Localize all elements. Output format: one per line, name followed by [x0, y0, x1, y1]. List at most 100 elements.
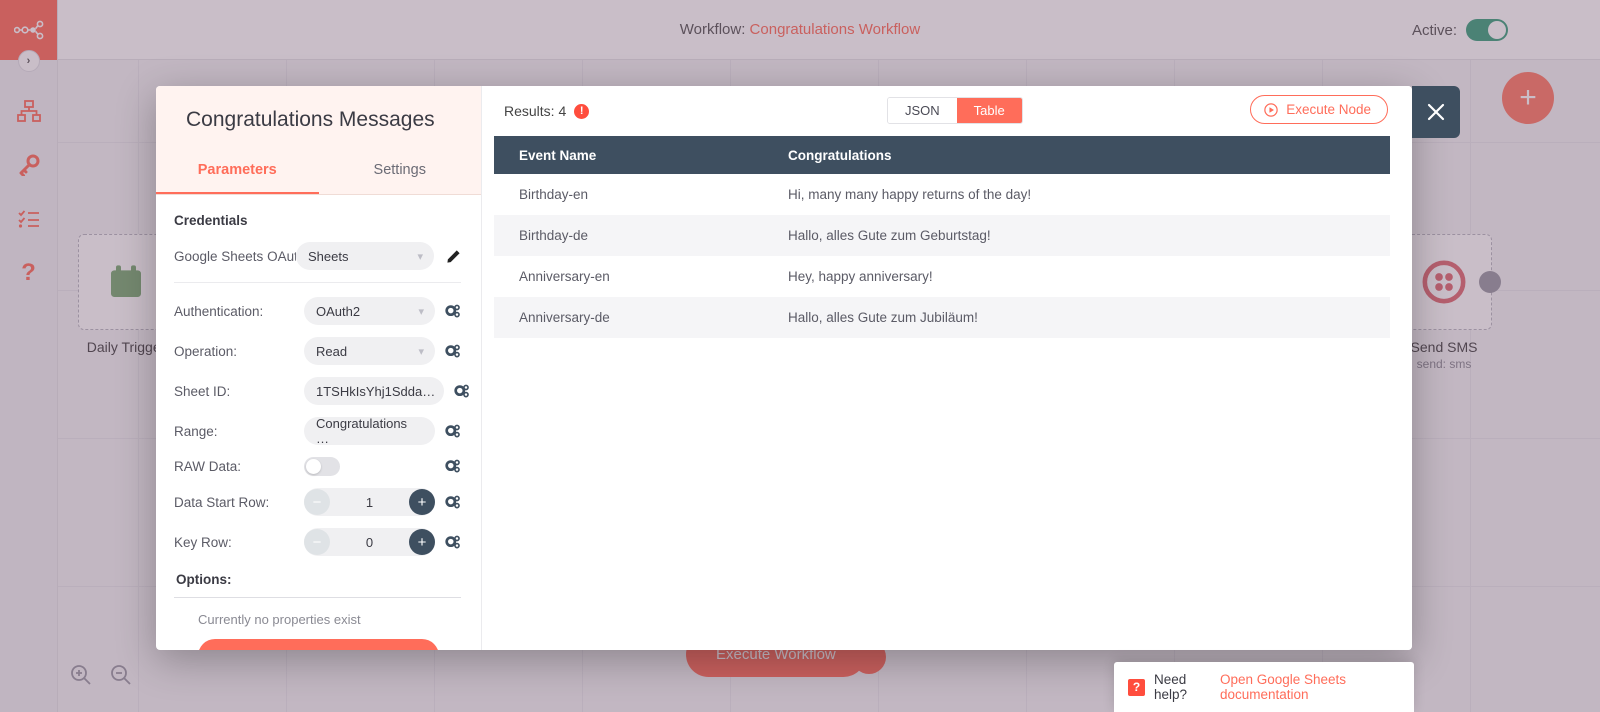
- edit-credentials-button[interactable]: [446, 249, 461, 264]
- chevron-down-icon: ▾: [418, 345, 424, 358]
- execute-node-button[interactable]: Execute Node: [1250, 95, 1388, 124]
- param-label: Key Row:: [174, 534, 232, 550]
- cell-event-name: Birthday-en: [519, 187, 589, 202]
- param-row-range: Range: Congratulations …: [174, 416, 461, 446]
- gears-icon: [445, 535, 460, 548]
- tab-bar: Parameters Settings: [156, 152, 481, 195]
- help-text: Need help?: [1154, 672, 1188, 702]
- chevron-down-icon: ▾: [418, 305, 424, 318]
- key-row-stepper[interactable]: − 0 +: [304, 528, 435, 556]
- param-label: Data Start Row:: [174, 494, 270, 510]
- credentials-select[interactable]: Sheets ▾: [296, 242, 434, 270]
- param-value: Read: [316, 343, 348, 359]
- credentials-label: Google Sheets OAut...: [174, 248, 296, 264]
- raw-data-toggle[interactable]: [304, 457, 340, 476]
- results-count-label: Results: 4: [504, 103, 567, 119]
- info-icon[interactable]: !: [574, 103, 590, 119]
- divider: [174, 282, 461, 283]
- table-row[interactable]: Anniversary-en Hey, happy anniversary!: [494, 256, 1390, 297]
- credentials-section-title: Credentials: [174, 213, 248, 228]
- add-option-button[interactable]: Add Option ▾: [198, 639, 439, 650]
- credentials-row: Google Sheets OAut... Sheets ▾: [174, 242, 461, 270]
- param-value: 1TSHkIsYhj1Sdda…: [316, 383, 436, 399]
- param-settings-button[interactable]: [445, 424, 461, 439]
- add-option-label: Add Option: [285, 649, 353, 651]
- cell-congratulations: Hallo, alles Gute zum Jubiläum!: [788, 310, 978, 325]
- toggle-knob: [306, 459, 321, 474]
- execute-node-label: Execute Node: [1286, 102, 1371, 117]
- authentication-select[interactable]: OAuth2 ▾: [304, 297, 435, 325]
- node-detail-modal: Congratulations Messages Parameters Sett…: [156, 86, 1412, 650]
- sheet-id-input[interactable]: 1TSHkIsYhj1Sdda…: [304, 377, 444, 405]
- table-row[interactable]: Birthday-en Hi, many many happy returns …: [494, 174, 1390, 215]
- view-mode-json[interactable]: JSON: [888, 98, 957, 123]
- cell-event-name: Birthday-de: [519, 228, 589, 243]
- param-settings-button[interactable]: [445, 495, 461, 510]
- param-row-authentication: Authentication: OAuth2 ▾: [174, 297, 461, 325]
- gears-icon: [445, 424, 460, 437]
- parameters-body: Credentials Google Sheets OAut... Sheets…: [156, 195, 481, 650]
- param-label: Operation:: [174, 343, 238, 359]
- table-row[interactable]: Birthday-de Hallo, alles Gute zum Geburt…: [494, 215, 1390, 256]
- results-pane: Results: 4 ! JSON Table Execute Node Eve…: [482, 86, 1412, 650]
- param-settings-button[interactable]: [445, 304, 461, 319]
- column-header-congratulations: Congratulations: [788, 147, 892, 163]
- play-circle-icon: [1264, 102, 1278, 117]
- param-value: 1: [365, 494, 374, 510]
- view-mode-switch: JSON Table: [887, 97, 1023, 124]
- param-label: Range:: [174, 423, 218, 439]
- decrement-button[interactable]: −: [304, 489, 330, 515]
- param-settings-button[interactable]: [445, 535, 461, 550]
- param-row-raw-data: RAW Data:: [174, 457, 461, 476]
- cell-congratulations: Hey, happy anniversary!: [788, 269, 933, 284]
- param-label: RAW Data:: [174, 459, 242, 474]
- increment-button[interactable]: +: [409, 489, 435, 515]
- page-title: Congratulations Messages: [186, 108, 435, 131]
- parameters-pane: Congratulations Messages Parameters Sett…: [156, 86, 482, 650]
- table-row[interactable]: Anniversary-de Hallo, alles Gute zum Jub…: [494, 297, 1390, 338]
- increment-button[interactable]: +: [409, 529, 435, 555]
- decrement-button[interactable]: −: [304, 529, 330, 555]
- cell-congratulations: Hallo, alles Gute zum Geburtstag!: [788, 228, 991, 243]
- results-count: Results: 4 !: [504, 103, 590, 119]
- table-header-row: Event Name Congratulations: [494, 136, 1390, 174]
- options-title: Options:: [176, 572, 232, 587]
- data-start-row-stepper[interactable]: − 1 +: [304, 488, 435, 516]
- chevron-down-icon: ▾: [417, 649, 423, 650]
- param-value: 0: [365, 534, 374, 550]
- gears-icon: [445, 459, 460, 473]
- parameters-header: Congratulations Messages Parameters Sett…: [156, 86, 481, 195]
- gears-icon: [445, 304, 460, 317]
- results-table: Event Name Congratulations Birthday-en H…: [494, 136, 1390, 338]
- param-value: Congratulations …: [316, 416, 408, 446]
- results-header: Results: 4 ! JSON Table Execute Node: [482, 86, 1412, 136]
- param-label: Sheet ID:: [174, 383, 231, 399]
- cell-congratulations: Hi, many many happy returns of the day!: [788, 187, 1032, 202]
- view-mode-table[interactable]: Table: [956, 98, 1022, 123]
- param-label: Authentication:: [174, 303, 264, 319]
- help-toast: ? Need help? Open Google Sheets document…: [1114, 662, 1414, 712]
- param-settings-button[interactable]: [445, 344, 461, 359]
- options-empty-text: Currently no properties exist: [198, 612, 361, 627]
- divider: [174, 597, 461, 598]
- gears-icon: [445, 495, 460, 508]
- chevron-down-icon: ▾: [417, 250, 423, 263]
- param-settings-button[interactable]: [454, 384, 470, 399]
- param-row-data-start-row: Data Start Row: − 1 +: [174, 488, 461, 516]
- close-modal-button[interactable]: [1412, 86, 1460, 138]
- tab-settings[interactable]: Settings: [319, 152, 482, 194]
- param-settings-button[interactable]: [445, 459, 461, 474]
- operation-select[interactable]: Read ▾: [304, 337, 435, 365]
- param-value: OAuth2: [316, 303, 361, 319]
- column-header-event-name: Event Name: [519, 147, 597, 163]
- param-row-operation: Operation: Read ▾: [174, 337, 461, 365]
- range-input[interactable]: Congratulations …: [304, 416, 435, 446]
- param-row-sheet-id: Sheet ID: 1TSHkIsYhj1Sdda…: [174, 377, 469, 405]
- question-mark-icon: ?: [1128, 678, 1145, 696]
- credentials-value: Sheets: [308, 248, 349, 264]
- help-documentation-link[interactable]: Open Google Sheets documentation: [1220, 672, 1400, 702]
- gears-icon: [454, 384, 469, 397]
- tab-parameters[interactable]: Parameters: [156, 152, 319, 194]
- param-row-key-row: Key Row: − 0 +: [174, 528, 461, 556]
- cell-event-name: Anniversary-en: [519, 269, 610, 284]
